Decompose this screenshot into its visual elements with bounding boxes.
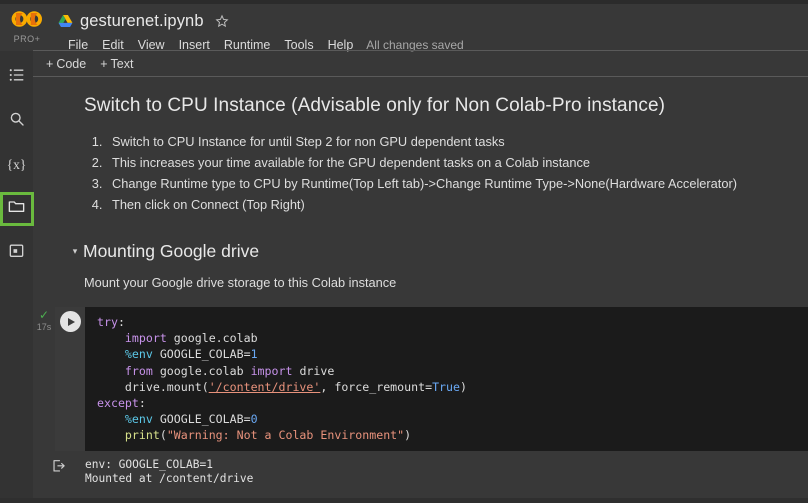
google-drive-icon [58, 14, 73, 28]
code-token: '/content/drive' [209, 380, 321, 394]
plus-icon: + [46, 57, 53, 71]
page-title: Switch to CPU Instance (Advisable only f… [84, 95, 786, 117]
star-outline-icon[interactable] [215, 14, 229, 28]
sidebar-item-search[interactable] [2, 106, 32, 136]
search-icon [9, 111, 25, 132]
app-header: PRO+ gesturenet.ipynb [0, 4, 808, 51]
notebook-content: Switch to CPU Instance (Advisable only f… [33, 77, 808, 498]
section-subtitle: Mount your Google drive storage to this … [33, 275, 808, 290]
code-token: 0 [251, 412, 258, 426]
code-token: google.colab [153, 364, 251, 378]
code-token: %env [125, 347, 153, 361]
notebook-main: +Code +Text Switch to CPU Instance (Advi… [33, 51, 808, 498]
steps-list: Switch to CPU Instance for until Step 2 … [106, 131, 786, 215]
code-token: try [97, 315, 118, 329]
list-icon [9, 67, 25, 88]
header-right: gesturenet.ipynb File Edit View Insert R… [54, 4, 808, 55]
code-token: "Warning: Not a Colab Environment" [167, 428, 404, 442]
code-line: %env GOOGLE_COLAB=0 [97, 411, 808, 427]
code-line: %env GOOGLE_COLAB=1 [97, 346, 808, 362]
code-token [97, 347, 125, 361]
code-token [97, 412, 125, 426]
output-line: Mounted at /content/drive [85, 472, 253, 487]
code-token: except [97, 396, 139, 410]
plus-icon: + [100, 57, 107, 71]
list-item: Switch to CPU Instance for until Step 2 … [106, 131, 786, 152]
code-token: , force_remount= [320, 380, 432, 394]
sidebar-item-table-of-contents[interactable] [2, 62, 32, 92]
code-token: from [125, 364, 153, 378]
calendar-icon [9, 243, 24, 263]
section-title: Mounting Google drive [83, 241, 259, 262]
code-token [97, 428, 125, 442]
code-token: print [125, 428, 160, 442]
code-line: import google.colab [97, 330, 808, 346]
sidebar-item-files[interactable] [2, 194, 32, 224]
code-token: %env [125, 412, 153, 426]
sidebar-item-secrets[interactable] [2, 238, 32, 268]
code-line: print("Warning: Not a Colab Environment"… [97, 427, 808, 443]
execution-time-label: 17s [37, 322, 52, 332]
code-token: : [139, 396, 146, 410]
markdown-cell-intro[interactable]: Switch to CPU Instance (Advisable only f… [33, 95, 808, 215]
code-token: True [432, 380, 460, 394]
left-sidebar: {x} [0, 51, 33, 498]
code-line: except: [97, 395, 808, 411]
sidebar-item-variables[interactable]: {x} [2, 150, 32, 180]
document-title[interactable]: gesturenet.ipynb [80, 12, 204, 31]
run-cell-button[interactable] [60, 311, 81, 332]
output-text: env: GOOGLE_COLAB=1Mounted at /content/d… [85, 458, 253, 487]
run-button-column [55, 307, 85, 451]
code-token: : [118, 315, 125, 329]
body-wrapper: {x} +Code [0, 51, 808, 498]
add-code-cell-button[interactable]: +Code [46, 57, 86, 71]
code-token: 1 [251, 347, 258, 361]
code-cell-status-gutter: ✓ 17s [33, 307, 55, 451]
code-line: try: [97, 314, 808, 330]
code-token [97, 331, 125, 345]
code-token: google.colab [167, 331, 258, 345]
window-bottom-strip [0, 498, 808, 503]
add-code-label: Code [56, 57, 86, 71]
output-line: env: GOOGLE_COLAB=1 [85, 458, 253, 473]
code-editor[interactable]: try: import google.colab %env GOOGLE_COL… [85, 307, 808, 451]
code-token: ) [460, 380, 467, 394]
code-token: GOOGLE_COLAB= [153, 347, 251, 361]
code-line: from google.colab import drive [97, 363, 808, 379]
code-token: drive.mount( [97, 380, 209, 394]
list-item: Then click on Connect (Top Right) [106, 194, 786, 215]
output-arrow-icon [33, 458, 85, 473]
code-token: drive [292, 364, 334, 378]
menu-bar: File Edit View Insert Runtime Tools Help… [61, 35, 808, 55]
add-text-label: Text [111, 57, 134, 71]
list-item: Change Runtime type to CPU by Runtime(To… [106, 173, 786, 194]
code-token: GOOGLE_COLAB= [153, 412, 251, 426]
add-text-cell-button[interactable]: + Text [100, 57, 133, 71]
colab-logo-icon [10, 9, 44, 34]
section-header-row[interactable]: ▾ Mounting Google drive [33, 241, 808, 262]
document-title-row: gesturenet.ipynb [58, 10, 808, 32]
variables-icon: {x} [7, 157, 27, 173]
folder-icon [8, 199, 25, 219]
code-cell[interactable]: ✓ 17s try: import google.colab %env GOOG… [33, 307, 808, 451]
code-token: ( [160, 428, 167, 442]
list-item: This increases your time available for t… [106, 152, 786, 173]
code-token: import [125, 331, 167, 345]
code-token [97, 364, 125, 378]
colab-logo-block[interactable]: PRO+ [0, 4, 54, 44]
code-token: ) [404, 428, 411, 442]
colab-notebook-window: PRO+ gesturenet.ipynb [0, 0, 808, 503]
header-divider [33, 50, 808, 51]
code-line: drive.mount('/content/drive', force_remo… [97, 379, 808, 395]
chevron-down-icon[interactable]: ▾ [67, 247, 83, 256]
cell-output: env: GOOGLE_COLAB=1Mounted at /content/d… [33, 451, 808, 495]
play-icon [68, 318, 75, 326]
code-token: import [251, 364, 293, 378]
pro-plus-badge: PRO+ [14, 34, 41, 44]
check-icon: ✓ [39, 310, 49, 321]
